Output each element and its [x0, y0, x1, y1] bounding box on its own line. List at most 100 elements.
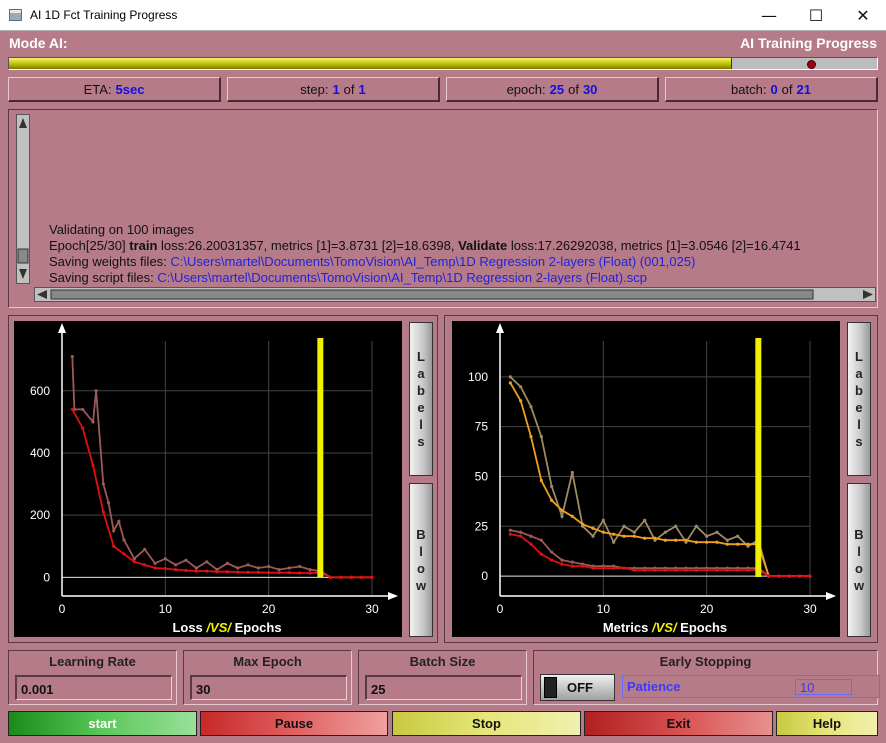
data-point — [622, 566, 626, 570]
data-point — [663, 538, 667, 542]
data-point — [663, 530, 667, 534]
log-line: Saving weights files: C:\Users\martel\Do… — [49, 254, 696, 269]
data-point — [674, 538, 678, 542]
data-point — [508, 375, 512, 379]
data-point — [612, 540, 616, 544]
data-point — [101, 510, 105, 514]
data-point — [163, 557, 167, 561]
data-point — [643, 568, 647, 572]
data-point — [539, 552, 543, 556]
data-point — [246, 570, 250, 574]
data-point — [560, 558, 564, 562]
data-point — [601, 518, 605, 522]
data-point — [550, 484, 554, 489]
data-point — [508, 528, 512, 532]
epoch-box: epoch: 25 of 30 — [446, 77, 659, 102]
y-tick-label: 0 — [43, 570, 50, 584]
data-point — [705, 568, 709, 572]
scroll-up-icon[interactable] — [19, 118, 27, 128]
data-point — [684, 538, 688, 542]
data-point — [256, 570, 260, 574]
epoch-total: 30 — [582, 81, 598, 97]
data-point — [632, 530, 636, 534]
data-point — [132, 557, 136, 561]
log-horizontal-scrollbar[interactable] — [34, 287, 876, 302]
log-panel: Validating on 100 images Epoch[25/30] tr… — [8, 109, 878, 308]
blow-button[interactable]: Blow — [847, 483, 871, 637]
labels-button[interactable]: Labels — [847, 322, 871, 476]
data-point — [591, 534, 595, 538]
data-point — [153, 566, 157, 570]
step-of: of — [343, 81, 355, 97]
stop-button[interactable]: Stop — [392, 711, 581, 736]
data-point — [581, 522, 585, 526]
data-point — [550, 558, 554, 562]
x-tick-label: 20 — [262, 602, 276, 616]
max-epoch-label: Max Epoch — [233, 654, 302, 669]
data-point — [539, 538, 543, 542]
x-tick-label: 0 — [497, 602, 504, 616]
x-tick-label: 20 — [700, 602, 714, 616]
step-total: 1 — [358, 81, 366, 97]
data-point — [360, 575, 364, 579]
window-title: AI 1D Fct Training Progress — [30, 8, 178, 22]
y-tick-label: 0 — [481, 569, 488, 583]
patience-field[interactable]: 10 — [795, 679, 852, 695]
data-point — [91, 420, 95, 424]
scroll-thumb[interactable] — [17, 248, 29, 264]
close-button[interactable]: ✕ — [840, 0, 886, 31]
eta-label: ETA: — [83, 81, 112, 97]
max-epoch-field[interactable]: 30 — [190, 675, 347, 700]
batch-total: 21 — [796, 81, 811, 97]
log-vertical-scrollbar[interactable] — [16, 114, 30, 284]
learning-rate-field[interactable]: 0.001 — [15, 675, 172, 700]
help-button[interactable]: Help — [776, 711, 878, 736]
pause-button[interactable]: Pause — [200, 711, 388, 736]
batch-size-field[interactable]: 25 — [365, 675, 522, 700]
data-point — [143, 547, 147, 551]
data-point — [736, 542, 740, 546]
data-point — [519, 530, 523, 534]
exit-button[interactable]: Exit — [584, 711, 773, 736]
data-point — [184, 558, 188, 562]
data-point — [653, 536, 657, 540]
data-point — [308, 571, 312, 575]
training-progress-bar — [8, 57, 878, 70]
labels-button[interactable]: Labels — [409, 322, 433, 476]
loss-plot: 0 10 20 30 0 200 400 600 Loss /VS/ Epochs — [14, 321, 402, 637]
start-button[interactable]: start — [8, 711, 197, 736]
maximize-button[interactable]: ☐ — [793, 0, 839, 31]
data-point — [684, 568, 688, 572]
batch-size-label: Batch Size — [409, 654, 476, 669]
data-point — [267, 571, 271, 575]
data-point — [94, 389, 98, 393]
data-point — [174, 567, 178, 572]
early-stopping-toggle[interactable]: OFF — [540, 674, 615, 701]
data-point — [112, 529, 116, 533]
patience-control[interactable]: Patience 10 — [622, 675, 880, 698]
scroll-right-icon[interactable] — [863, 290, 873, 299]
minimize-button[interactable]: — — [746, 0, 792, 31]
data-point — [132, 560, 136, 564]
h-scroll-thumb[interactable] — [50, 289, 814, 300]
data-point — [694, 524, 698, 528]
blow-button[interactable]: Blow — [409, 483, 433, 637]
chart-title: Loss /VS/ Epochs — [172, 620, 281, 635]
scroll-left-icon[interactable] — [37, 290, 47, 299]
metrics-plot: 0 10 20 30 0 25 50 75 100 Metrics /VS/ Epochs — [452, 321, 840, 637]
data-point — [798, 574, 802, 578]
data-point — [570, 560, 574, 564]
x-tick-label: 0 — [59, 602, 66, 616]
data-point — [736, 534, 740, 538]
data-point — [591, 526, 595, 530]
weights-path[interactable]: C:\Users\martel\Documents\TomoVision\AI_… — [170, 254, 695, 269]
scroll-down-icon[interactable] — [19, 269, 27, 279]
data-point — [246, 563, 250, 567]
data-point — [122, 552, 126, 556]
data-point — [287, 571, 291, 575]
data-point — [674, 524, 678, 528]
script-path[interactable]: C:\Users\martel\Documents\TomoVision\AI_… — [157, 270, 647, 285]
log-line: Epoch[25/30] train loss:26.20031357, met… — [49, 238, 801, 253]
max-epoch-panel: Max Epoch 30 — [183, 650, 352, 705]
batch-of: of — [781, 81, 793, 97]
